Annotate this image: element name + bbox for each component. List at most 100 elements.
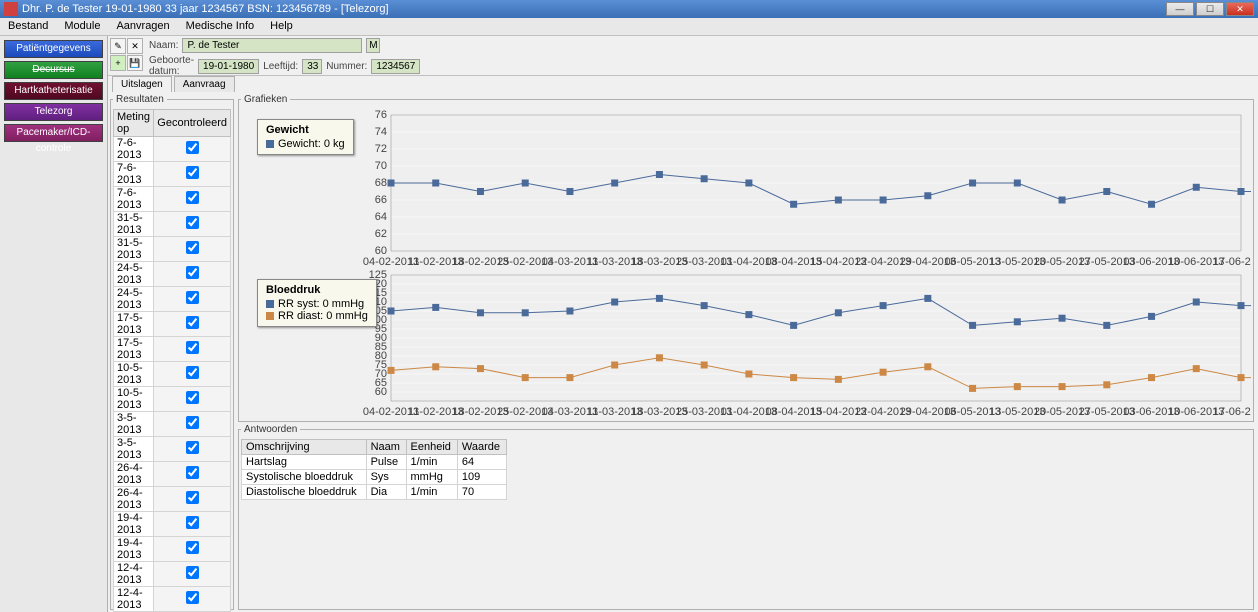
checkbox-gecontroleerd[interactable] bbox=[186, 541, 199, 554]
table-row[interactable]: 31-5-2013 bbox=[114, 237, 231, 262]
table-row[interactable]: Diastolische bloeddrukDia1/min70 bbox=[242, 485, 507, 500]
nav-telezorg[interactable]: Telezorg bbox=[4, 103, 103, 121]
cell-date[interactable]: 3-5-2013 bbox=[114, 437, 154, 462]
table-row[interactable]: 26-4-2013 bbox=[114, 462, 231, 487]
checkbox-gecontroleerd[interactable] bbox=[186, 416, 199, 429]
field-num[interactable]: 1234567 bbox=[371, 59, 420, 74]
close-button[interactable]: ✕ bbox=[1226, 2, 1254, 16]
cell-checked[interactable] bbox=[154, 287, 231, 312]
table-row[interactable]: 31-5-2013 bbox=[114, 212, 231, 237]
table-row[interactable]: 24-5-2013 bbox=[114, 262, 231, 287]
cell-checked[interactable] bbox=[154, 362, 231, 387]
toolbar-add-icon[interactable]: + bbox=[110, 55, 126, 71]
cell-date[interactable]: 19-4-2013 bbox=[114, 512, 154, 537]
cell-checked[interactable] bbox=[154, 137, 231, 162]
checkbox-gecontroleerd[interactable] bbox=[186, 241, 199, 254]
table-row[interactable]: 3-5-2013 bbox=[114, 437, 231, 462]
checkbox-gecontroleerd[interactable] bbox=[186, 266, 199, 279]
col-waarde[interactable]: Waarde bbox=[457, 440, 506, 455]
table-row[interactable]: 10-5-2013 bbox=[114, 362, 231, 387]
checkbox-gecontroleerd[interactable] bbox=[186, 466, 199, 479]
cell-checked[interactable] bbox=[154, 537, 231, 562]
tab-uitslagen[interactable]: Uitslagen bbox=[112, 76, 172, 92]
cell-checked[interactable] bbox=[154, 587, 231, 612]
cell-date[interactable]: 17-5-2013 bbox=[114, 312, 154, 337]
cell-date[interactable]: 3-5-2013 bbox=[114, 412, 154, 437]
checkbox-gecontroleerd[interactable] bbox=[186, 191, 199, 204]
table-row[interactable]: 19-4-2013 bbox=[114, 512, 231, 537]
checkbox-gecontroleerd[interactable] bbox=[186, 591, 199, 604]
field-naam[interactable]: P. de Tester bbox=[182, 38, 362, 53]
menu-medische-info[interactable]: Medische Info bbox=[178, 18, 262, 35]
cell-date[interactable]: 31-5-2013 bbox=[114, 237, 154, 262]
menu-bestand[interactable]: Bestand bbox=[0, 18, 56, 35]
table-row[interactable]: Systolische bloeddrukSysmmHg109 bbox=[242, 470, 507, 485]
table-row[interactable]: 19-4-2013 bbox=[114, 537, 231, 562]
checkbox-gecontroleerd[interactable] bbox=[186, 141, 199, 154]
cell-checked[interactable] bbox=[154, 412, 231, 437]
checkbox-gecontroleerd[interactable] bbox=[186, 441, 199, 454]
col-omschrijving[interactable]: Omschrijving bbox=[242, 440, 367, 455]
minimize-button[interactable]: — bbox=[1166, 2, 1194, 16]
toolbar-cancel-icon[interactable]: ✕ bbox=[127, 38, 143, 54]
table-row[interactable]: 17-5-2013 bbox=[114, 312, 231, 337]
cell-date[interactable]: 12-4-2013 bbox=[114, 562, 154, 587]
cell-date[interactable]: 24-5-2013 bbox=[114, 287, 154, 312]
cell-checked[interactable] bbox=[154, 387, 231, 412]
table-row[interactable]: 10-5-2013 bbox=[114, 387, 231, 412]
maximize-button[interactable]: ☐ bbox=[1196, 2, 1224, 16]
nav-pacemaker[interactable]: Pacemaker/ICD-controle bbox=[4, 124, 103, 142]
table-row[interactable]: 7-6-2013 bbox=[114, 162, 231, 187]
cell-date[interactable]: 17-5-2013 bbox=[114, 337, 154, 362]
field-gender[interactable]: M bbox=[366, 38, 380, 53]
col-meting-op[interactable]: Meting op bbox=[114, 110, 154, 137]
cell-checked[interactable] bbox=[154, 512, 231, 537]
toolbar-edit-icon[interactable]: ✎ bbox=[110, 38, 126, 54]
table-row[interactable]: 12-4-2013 bbox=[114, 587, 231, 612]
cell-checked[interactable] bbox=[154, 212, 231, 237]
tab-aanvraag[interactable]: Aanvraag bbox=[174, 76, 235, 92]
table-row[interactable]: 12-4-2013 bbox=[114, 562, 231, 587]
table-row[interactable]: 7-6-2013 bbox=[114, 137, 231, 162]
cell-checked[interactable] bbox=[154, 162, 231, 187]
table-row[interactable]: 24-5-2013 bbox=[114, 287, 231, 312]
cell-date[interactable]: 31-5-2013 bbox=[114, 212, 154, 237]
checkbox-gecontroleerd[interactable] bbox=[186, 216, 199, 229]
nav-hartkatheterisatie[interactable]: Hartkatheterisatie bbox=[4, 82, 103, 100]
cell-date[interactable]: 7-6-2013 bbox=[114, 137, 154, 162]
cell-checked[interactable] bbox=[154, 562, 231, 587]
table-row[interactable]: 7-6-2013 bbox=[114, 187, 231, 212]
checkbox-gecontroleerd[interactable] bbox=[186, 391, 199, 404]
checkbox-gecontroleerd[interactable] bbox=[186, 366, 199, 379]
checkbox-gecontroleerd[interactable] bbox=[186, 516, 199, 529]
cell-date[interactable]: 19-4-2013 bbox=[114, 537, 154, 562]
cell-checked[interactable] bbox=[154, 237, 231, 262]
table-row[interactable]: 26-4-2013 bbox=[114, 487, 231, 512]
table-row[interactable]: HartslagPulse1/min64 bbox=[242, 455, 507, 470]
cell-date[interactable]: 7-6-2013 bbox=[114, 187, 154, 212]
nav-decursus[interactable]: Decursus bbox=[4, 61, 103, 79]
cell-date[interactable]: 24-5-2013 bbox=[114, 262, 154, 287]
col-eenheid[interactable]: Eenheid bbox=[406, 440, 457, 455]
checkbox-gecontroleerd[interactable] bbox=[186, 341, 199, 354]
col-gecontroleerd[interactable]: Gecontroleerd bbox=[154, 110, 231, 137]
checkbox-gecontroleerd[interactable] bbox=[186, 316, 199, 329]
checkbox-gecontroleerd[interactable] bbox=[186, 566, 199, 579]
cell-checked[interactable] bbox=[154, 437, 231, 462]
cell-checked[interactable] bbox=[154, 262, 231, 287]
checkbox-gecontroleerd[interactable] bbox=[186, 166, 199, 179]
table-row[interactable]: 17-5-2013 bbox=[114, 337, 231, 362]
field-dob[interactable]: 19-01-1980 bbox=[198, 59, 259, 74]
cell-date[interactable]: 7-6-2013 bbox=[114, 162, 154, 187]
checkbox-gecontroleerd[interactable] bbox=[186, 291, 199, 304]
col-naam[interactable]: Naam bbox=[366, 440, 406, 455]
cell-checked[interactable] bbox=[154, 312, 231, 337]
cell-date[interactable]: 10-5-2013 bbox=[114, 362, 154, 387]
table-row[interactable]: 3-5-2013 bbox=[114, 412, 231, 437]
field-age[interactable]: 33 bbox=[302, 59, 322, 74]
cell-date[interactable]: 26-4-2013 bbox=[114, 487, 154, 512]
menu-help[interactable]: Help bbox=[262, 18, 301, 35]
cell-checked[interactable] bbox=[154, 487, 231, 512]
cell-checked[interactable] bbox=[154, 337, 231, 362]
cell-checked[interactable] bbox=[154, 187, 231, 212]
